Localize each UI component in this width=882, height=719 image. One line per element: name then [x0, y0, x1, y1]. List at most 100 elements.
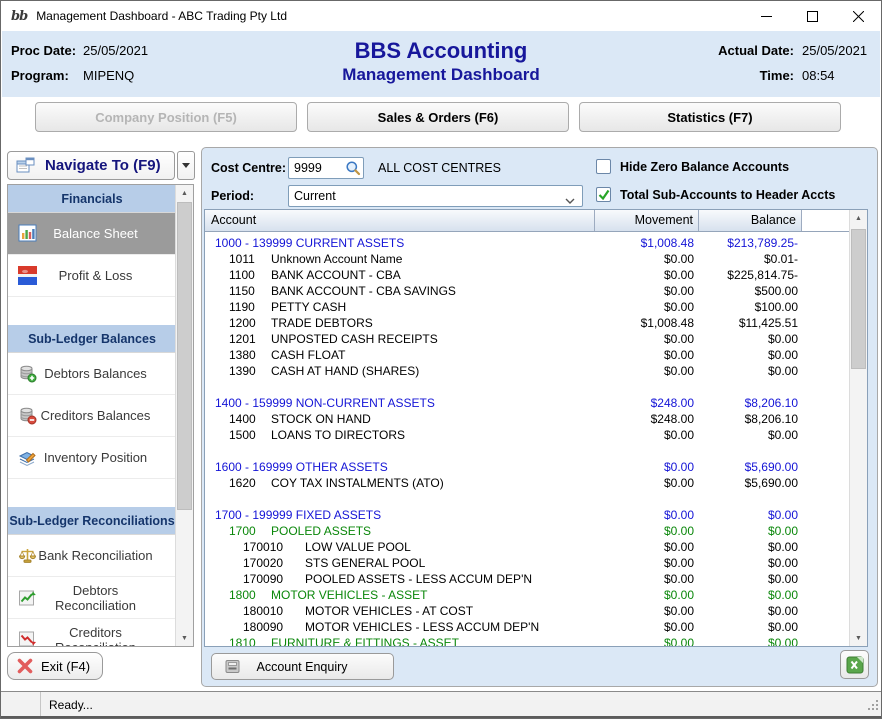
table-row-170090[interactable]: 170090POOLED ASSETS - LESS ACCUM DEP'N$0…: [205, 571, 849, 587]
account-number: 1000 - 139999 CURRENT ASSETS: [215, 235, 404, 251]
scales-icon: [18, 546, 37, 565]
table-row-1190[interactable]: 1190PETTY CASH$0.00$100.00: [205, 299, 849, 315]
balance-cell: $0.00: [699, 619, 802, 635]
account-cell: 170010LOW VALUE POOL: [205, 539, 595, 555]
account-cell: 1700 - 199999 FIXED ASSETS: [205, 507, 595, 523]
account-cell: 1400STOCK ON HAND: [205, 411, 595, 427]
table-row-180010[interactable]: 180010MOTOR VEHICLES - AT COST$0.00$0.00: [205, 603, 849, 619]
balance-cell: $0.00: [699, 331, 802, 347]
total-sub-checkbox[interactable]: [596, 187, 611, 202]
sidebar-item-debtors-balances[interactable]: Debtors Balances: [8, 353, 176, 395]
scrollbar-thumb[interactable]: [177, 202, 192, 510]
search-icon[interactable]: [345, 160, 361, 176]
table-row-1600-169999-other-assets[interactable]: 1600 - 169999 OTHER ASSETS$0.00$5,690.00: [205, 459, 849, 475]
table-row-1011[interactable]: 1011Unknown Account Name$0.00$0.01-: [205, 251, 849, 267]
resize-grip-icon[interactable]: [867, 698, 879, 716]
table-row-1500[interactable]: 1500LOANS TO DIRECTORS$0.00$0.00: [205, 427, 849, 443]
table-header: Account Movement Balance: [205, 210, 867, 232]
status-bar: Ready...: [1, 691, 881, 718]
table-row-1400-159999-non-current-assets[interactable]: 1400 - 159999 NON-CURRENT ASSETS$248.00$…: [205, 395, 849, 411]
sidebar-item-creditors-balances[interactable]: Creditors Balances: [8, 395, 176, 437]
table-row-170010[interactable]: 170010LOW VALUE POOL$0.00$0.00: [205, 539, 849, 555]
account-number: 1500: [229, 427, 256, 443]
sidebar-item-creditors-reconciliation[interactable]: Creditors Reconciliation: [8, 619, 176, 646]
table-row-170020[interactable]: 170020STS GENERAL POOL$0.00$0.00: [205, 555, 849, 571]
column-header-account[interactable]: Account: [205, 210, 595, 231]
scroll-down-icon[interactable]: ▼: [850, 630, 867, 646]
table-row-1390[interactable]: 1390CASH AT HAND (SHARES)$0.00$0.00: [205, 363, 849, 379]
table-row-1700[interactable]: 1700POOLED ASSETS$0.00$0.00: [205, 523, 849, 539]
balance-cell: $0.00: [699, 539, 802, 555]
sidebar-item-balance-sheet[interactable]: Balance Sheet: [8, 213, 176, 255]
account-cell: 1800MOTOR VEHICLES - ASSET: [205, 587, 595, 603]
account-number: 1400 - 159999 NON-CURRENT ASSETS: [215, 395, 435, 411]
account-number: 1100: [229, 267, 255, 283]
balance-cell: $500.00: [699, 283, 802, 299]
tab-statistics[interactable]: Statistics (F7): [579, 102, 841, 132]
tab-company-position[interactable]: Company Position (F5): [35, 102, 297, 132]
account-number: 1700 - 199999 FIXED ASSETS: [215, 507, 381, 523]
table-row-1810[interactable]: 1810FURNITURE & FITTINGS - ASSET$0.00$0.…: [205, 635, 849, 646]
table-row-1150[interactable]: 1150BANK ACCOUNT - CBA SAVINGS$0.00$500.…: [205, 283, 849, 299]
table-row-1201[interactable]: 1201UNPOSTED CASH RECEIPTS$0.00$0.00: [205, 331, 849, 347]
column-header-balance[interactable]: Balance: [699, 210, 802, 231]
sidebar-item-profit-loss[interactable]: Profit & Loss: [8, 255, 176, 297]
table-row-1800[interactable]: 1800MOTOR VEHICLES - ASSET$0.00$0.00: [205, 587, 849, 603]
movement-cell: $1,008.48: [595, 235, 699, 251]
balance-cell: $0.00: [699, 363, 802, 379]
total-sub-label: Total Sub-Accounts to Header Accts: [620, 188, 835, 202]
sidebar-scrollbar[interactable]: ▲ ▼: [175, 185, 193, 646]
table-row-180090[interactable]: 180090MOTOR VEHICLES - LESS ACCUM DEP'N$…: [205, 619, 849, 635]
close-button[interactable]: [835, 1, 881, 31]
exit-button[interactable]: Exit (F4): [7, 652, 103, 680]
account-name: MOTOR VEHICLES - AT COST: [305, 603, 473, 619]
table-row-1000-139999-current-assets[interactable]: 1000 - 139999 CURRENT ASSETS$1,008.48$21…: [205, 235, 849, 251]
scroll-up-icon[interactable]: ▲: [176, 185, 193, 201]
background-window-edge: [1, 716, 881, 718]
scroll-up-icon[interactable]: ▲: [850, 210, 867, 226]
account-number: 1380: [229, 347, 256, 363]
column-header-movement[interactable]: Movement: [595, 210, 699, 231]
trend-up-icon: [18, 588, 37, 607]
sidebar-item-debtors-reconciliation[interactable]: Debtors Reconciliation: [8, 577, 176, 619]
navigate-dropdown-button[interactable]: [177, 151, 195, 180]
navigate-to-button[interactable]: Navigate To (F9): [7, 151, 175, 180]
cost-centre-description: ALL COST CENTRES: [378, 161, 501, 175]
table-scrollbar[interactable]: ▲ ▼: [849, 210, 867, 646]
sidebar-gap: [8, 297, 176, 325]
account-name: MOTOR VEHICLES - LESS ACCUM DEP'N: [305, 619, 539, 635]
account-cell: 1100BANK ACCOUNT - CBA: [205, 267, 595, 283]
maximize-button[interactable]: [789, 1, 835, 31]
balance-cell: $100.00: [699, 299, 802, 315]
account-name: COY TAX INSTALMENTS (ATO): [271, 475, 444, 491]
sidebar-item-inventory-position[interactable]: Inventory Position: [8, 437, 176, 479]
account-enquiry-label: Account Enquiry: [241, 660, 363, 674]
movement-cell: $0.00: [595, 251, 699, 267]
table-row-1620[interactable]: 1620COY TAX INSTALMENTS (ATO)$0.00$5,690…: [205, 475, 849, 491]
scrollbar-thumb[interactable]: [851, 229, 866, 369]
excel-export-button[interactable]: [840, 650, 869, 679]
account-number: 1700: [229, 523, 256, 539]
hide-zero-checkbox-row: Hide Zero Balance Accounts: [596, 159, 789, 174]
account-enquiry-button[interactable]: Account Enquiry: [211, 653, 394, 680]
period-select[interactable]: Current: [288, 185, 583, 207]
scroll-down-icon[interactable]: ▼: [176, 630, 193, 646]
sidebar-section-financials: Financials: [8, 185, 176, 213]
table-row-1100[interactable]: 1100BANK ACCOUNT - CBA$0.00$225,814.75-: [205, 267, 849, 283]
table-row-1700-199999-fixed-assets[interactable]: 1700 - 199999 FIXED ASSETS$0.00$0.00: [205, 507, 849, 523]
sidebar-item-label: Creditors Reconciliation: [37, 625, 154, 647]
table-row-1380[interactable]: 1380CASH FLOAT$0.00$0.00: [205, 347, 849, 363]
app-window: bb Management Dashboard - ABC Trading Pt…: [0, 0, 882, 719]
minimize-button[interactable]: [743, 1, 789, 31]
sidebar-item-bank-reconciliation[interactable]: Bank Reconciliation: [8, 535, 176, 577]
table-row-1400[interactable]: 1400STOCK ON HAND$248.00$8,206.10: [205, 411, 849, 427]
movement-cell: $248.00: [595, 395, 699, 411]
account-name: STS GENERAL POOL: [305, 555, 425, 571]
movement-cell: $0.00: [595, 427, 699, 443]
tab-sales-orders[interactable]: Sales & Orders (F6): [307, 102, 569, 132]
hide-zero-label: Hide Zero Balance Accounts: [620, 160, 789, 174]
hide-zero-checkbox[interactable]: [596, 159, 611, 174]
app-logo-icon: bb: [11, 9, 27, 24]
sidebar-section-sub-ledger-reconciliations: Sub-Ledger Reconciliations: [8, 507, 176, 535]
table-row-1200[interactable]: 1200TRADE DEBTORS$1,008.48$11,425.51: [205, 315, 849, 331]
